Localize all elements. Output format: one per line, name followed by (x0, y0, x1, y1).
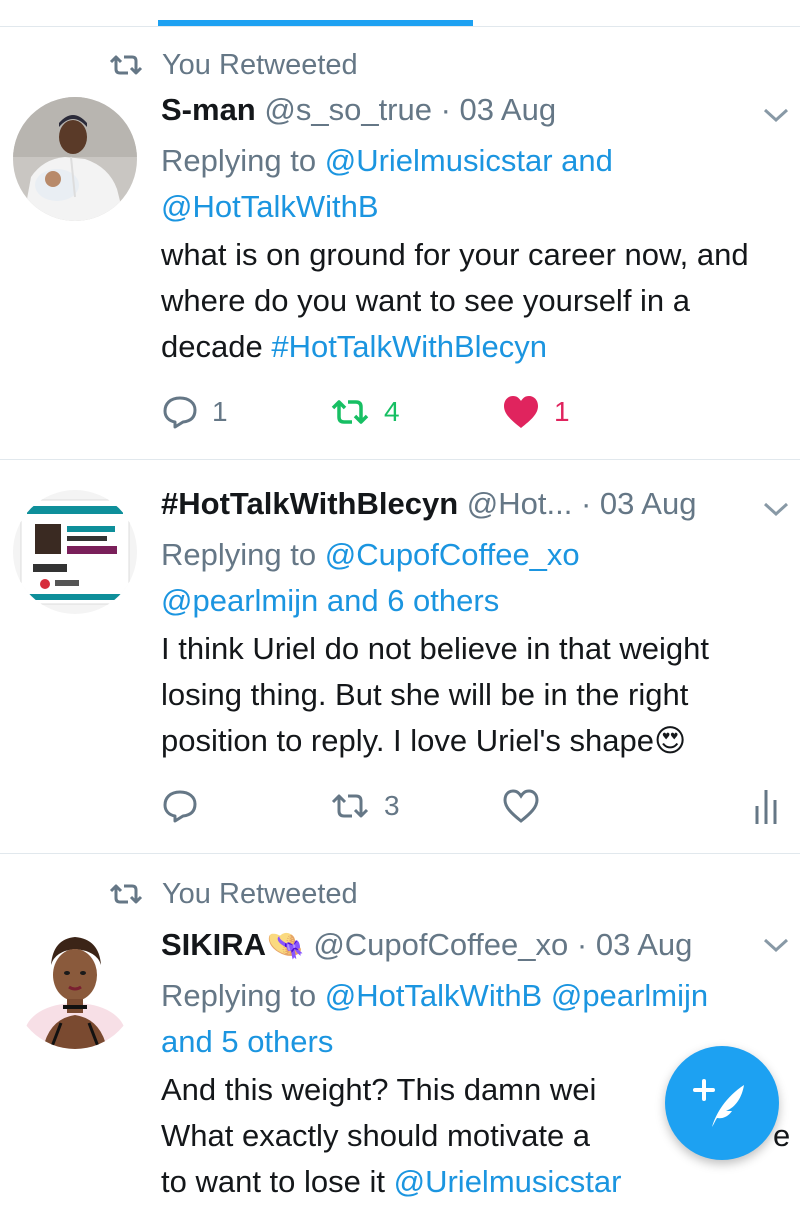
retweet-count: 4 (384, 396, 400, 427)
retweet-context: You Retweeted (108, 874, 358, 914)
emoji: 👒 (266, 927, 305, 962)
tweet-divider (0, 459, 800, 460)
chevron-down-icon[interactable] (762, 106, 790, 124)
retweet-icon (109, 55, 143, 75)
separator: · (568, 927, 596, 962)
chevron-down-icon[interactable] (762, 936, 790, 954)
retweet-context-label: You Retweeted (162, 877, 358, 910)
mention-link[interactable]: @HotTalkWithB @pearlmijn (325, 978, 708, 1013)
retweet-count: 3 (384, 790, 400, 821)
like-button[interactable]: 1 (502, 394, 570, 430)
mention-link[interactable]: @Urielmusicstar (325, 143, 553, 178)
tweet-date[interactable]: 03 Aug (460, 92, 557, 127)
retweet-context-label: You Retweeted (162, 48, 358, 81)
mention-link[interactable]: @HotTalkWithB (161, 189, 379, 224)
retweet-button[interactable]: 3 (330, 790, 400, 822)
user-handle[interactable]: @Hot... (467, 486, 573, 521)
replying-to-prefix: Replying to (161, 143, 325, 178)
display-name[interactable]: S-man (161, 92, 256, 127)
reply-icon (163, 790, 197, 823)
chevron-down-icon[interactable] (762, 500, 790, 518)
retweet-icon (109, 884, 143, 904)
analytics-button[interactable] (754, 786, 780, 826)
tweet-actions: 1 4 1 (0, 388, 800, 438)
retweet-context: You Retweeted (108, 45, 358, 85)
tweet-actions: 3 (0, 782, 800, 832)
user-handle[interactable]: @CupofCoffee_xo (313, 927, 568, 962)
replying-to: Replying to @CupofCoffee_xo @pearlmijn an… (161, 532, 781, 624)
avatar[interactable] (13, 97, 137, 221)
retweet-icon (331, 794, 369, 818)
tweet-text: what is on ground for your career now, a… (161, 232, 791, 370)
heart-icon (504, 396, 538, 428)
top-border (0, 26, 800, 27)
retweet-icon (331, 400, 369, 424)
tweet-text-content: What exactly should motivate a (161, 1118, 591, 1153)
compose-tweet-button[interactable] (665, 1046, 779, 1160)
emoji: 😍 (653, 723, 687, 758)
avatar[interactable] (13, 925, 137, 1049)
replying-to: Replying to @Urielmusicstar and @HotTalk… (161, 138, 781, 230)
reply-count: 1 (212, 396, 228, 427)
tweet-header: S-man @s_so_true · 03 Aug (161, 90, 556, 130)
like-button[interactable] (502, 788, 540, 824)
reply-icon (163, 396, 197, 429)
tweet-date[interactable]: 03 Aug (596, 927, 693, 962)
hashtag-link[interactable]: #HotTalkWithBlecyn (271, 329, 547, 364)
compose-tweet-icon (693, 1079, 744, 1127)
reply-button[interactable]: 1 (162, 394, 228, 430)
replying-to-prefix: Replying to (161, 537, 325, 572)
user-handle[interactable]: @s_so_true (264, 92, 432, 127)
display-name[interactable]: #HotTalkWithBlecyn (161, 486, 458, 521)
mention-conjunction: and (552, 143, 613, 178)
mention-link[interactable]: @pearlmijn and 6 others (161, 583, 499, 618)
reply-button[interactable] (162, 788, 198, 824)
separator: · (431, 92, 460, 127)
replying-to-prefix: Replying to (161, 978, 325, 1013)
display-name[interactable]: SIKIRA (161, 927, 266, 962)
mention-link[interactable]: @CupofCoffee_xo (325, 537, 580, 572)
tweet-text-line: to want to lose it @Urielmusicstar (161, 1159, 791, 1205)
tweet-divider (0, 853, 800, 854)
avatar[interactable] (13, 490, 137, 614)
separator: · (572, 486, 600, 521)
tweet-text-content: I think Uriel do not believe in that wei… (161, 631, 709, 758)
like-count: 1 (554, 396, 570, 427)
tweet-text: I think Uriel do not believe in that wei… (161, 626, 791, 764)
mention-link[interactable]: and 5 others (161, 1024, 333, 1059)
tweet-date[interactable]: 03 Aug (600, 486, 697, 521)
retweet-button[interactable]: 4 (330, 396, 400, 428)
replying-to: Replying to @HotTalkWithB @pearlmijn and … (161, 973, 781, 1065)
analytics-icon (755, 790, 777, 824)
tweet-header: #HotTalkWithBlecyn @Hot... · 03 Aug (161, 484, 696, 524)
heart-icon (503, 789, 539, 823)
tweet-header: SIKIRA👒 @CupofCoffee_xo · 03 Aug (161, 925, 692, 965)
